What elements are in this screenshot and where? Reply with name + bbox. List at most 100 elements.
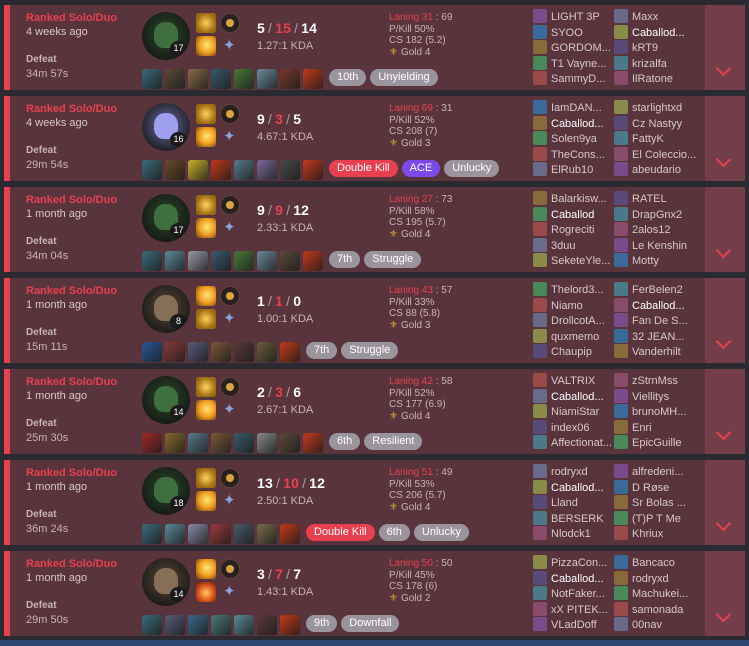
player-name[interactable]: alfredeni... (632, 466, 683, 478)
player-name[interactable]: Cz Nastyy (632, 118, 682, 130)
player-row[interactable]: zStrnMss (614, 373, 699, 389)
player-name[interactable]: Bancaco (632, 557, 675, 569)
player-row[interactable]: kRT9 (614, 40, 699, 56)
expand-details-button[interactable] (705, 5, 745, 90)
flash-spell-icon[interactable] (196, 491, 216, 511)
player-row[interactable]: brunoMH... (614, 404, 699, 420)
item-icon[interactable] (280, 433, 300, 453)
player-name[interactable]: NiamiStar (551, 406, 599, 418)
item-icon[interactable] (188, 160, 208, 180)
player-row[interactable]: BERSERK (533, 510, 618, 527)
player-row[interactable]: Cz Nastyy (614, 115, 699, 132)
item-icon[interactable] (211, 524, 231, 544)
resolve-rune-icon[interactable] (221, 36, 239, 54)
player-name[interactable]: samonada (632, 604, 683, 616)
player-name[interactable]: Viellitys (632, 391, 669, 403)
player-row[interactable]: Le Kenshin (614, 237, 699, 254)
player-row[interactable]: alfredeni... (614, 464, 699, 480)
player-name[interactable]: El Coleccio... (632, 149, 696, 161)
item-icon[interactable] (165, 160, 185, 180)
item-icon[interactable] (257, 160, 277, 180)
resolve-rune-icon[interactable] (221, 491, 239, 509)
item-icon[interactable] (280, 160, 300, 180)
player-row[interactable]: Caballod... (533, 570, 618, 587)
player-name[interactable]: Motty (632, 255, 659, 267)
player-row[interactable]: EpicGuille (614, 435, 699, 451)
player-row[interactable]: El Coleccio... (614, 146, 699, 163)
item-icon[interactable] (188, 342, 208, 362)
item-icon[interactable] (211, 160, 231, 180)
player-name[interactable]: Chaupip (551, 346, 592, 358)
player-row[interactable]: Solen9ya (533, 131, 618, 147)
conqueror-rune-icon[interactable] (220, 195, 240, 215)
resolve-rune-icon[interactable] (221, 582, 239, 600)
conqueror-rune-icon[interactable] (220, 468, 240, 488)
player-row[interactable]: VALTRIX (533, 373, 618, 389)
player-row[interactable]: Caballod... (614, 24, 699, 41)
item-icon[interactable] (257, 433, 277, 453)
player-row[interactable]: ElRub10 (533, 162, 618, 178)
champion-portrait[interactable]: 8 (142, 285, 190, 333)
item-icon[interactable] (188, 615, 208, 635)
player-name[interactable]: Caballod... (632, 27, 685, 39)
item-icon[interactable] (188, 433, 208, 453)
item-icon[interactable] (211, 615, 231, 635)
match-card[interactable]: Ranked Solo/Duo 1 month ago Defeat 36m 24s 1… (4, 460, 745, 545)
player-row[interactable]: Khriux (614, 526, 699, 542)
player-row[interactable]: D Røse (614, 479, 699, 496)
item-icon[interactable] (211, 433, 231, 453)
player-name[interactable]: Caballod... (551, 573, 604, 585)
player-row[interactable]: FattyK (614, 131, 699, 147)
flash-spell-icon[interactable] (196, 559, 216, 579)
player-row[interactable]: GORDOM... (533, 40, 618, 56)
player-name[interactable]: VALTRIX (551, 375, 595, 387)
player-name[interactable]: DrapGnx2 (632, 209, 682, 221)
item-icon[interactable] (234, 69, 254, 89)
item-icon[interactable] (165, 524, 185, 544)
player-row[interactable]: Niamo (533, 297, 618, 314)
item-icon[interactable] (257, 342, 277, 362)
item-icon[interactable] (142, 615, 162, 635)
item-icon[interactable] (234, 251, 254, 271)
item-icon[interactable] (257, 69, 277, 89)
item-icon[interactable] (257, 524, 277, 544)
player-row[interactable]: (T)P T Me (614, 510, 699, 527)
item-icon[interactable] (188, 69, 208, 89)
flash-spell-icon[interactable] (196, 127, 216, 147)
player-row[interactable]: SammyD... (533, 71, 618, 87)
item-icon[interactable] (165, 342, 185, 362)
item-icon[interactable] (211, 342, 231, 362)
player-name[interactable]: RATEL (632, 193, 667, 205)
champion-portrait[interactable]: 14 (142, 558, 190, 606)
player-name[interactable]: Enri (632, 422, 652, 434)
player-row[interactable]: IlRatone (614, 71, 699, 87)
player-name[interactable]: Caballod (551, 209, 594, 221)
item-icon[interactable] (142, 433, 162, 453)
player-name[interactable]: GORDOM... (551, 42, 611, 54)
player-name[interactable]: VLadDoff (551, 619, 597, 631)
expand-details-button[interactable] (705, 187, 745, 272)
player-row[interactable]: Affectionat... (533, 435, 618, 451)
ignite-spell-icon[interactable] (196, 582, 216, 602)
player-name[interactable]: krizalfa (632, 58, 667, 70)
player-name[interactable]: BERSERK (551, 513, 604, 525)
player-row[interactable]: index06 (533, 419, 618, 436)
flash-spell-icon[interactable] (196, 400, 216, 420)
item-icon[interactable] (234, 160, 254, 180)
item-icon[interactable] (303, 160, 323, 180)
player-name[interactable]: IlRatone (632, 73, 673, 85)
match-card[interactable]: Ranked Solo/Duo 4 weeks ago Defeat 29m 54s 1… (4, 96, 745, 181)
player-row[interactable]: starlightxd (614, 100, 699, 116)
item-icon[interactable] (234, 433, 254, 453)
player-name[interactable]: brunoMH... (632, 406, 686, 418)
player-name[interactable]: Vanderhilt (632, 346, 681, 358)
item-icon[interactable] (142, 251, 162, 271)
player-name[interactable]: rodryxd (632, 573, 669, 585)
player-name[interactable]: starlightxd (632, 102, 682, 114)
player-name[interactable]: (T)P T Me (632, 513, 681, 525)
player-row[interactable]: RATEL (614, 191, 699, 207)
player-name[interactable]: abeudario (632, 164, 681, 176)
expand-details-button[interactable] (705, 96, 745, 181)
player-name[interactable]: EpicGuille (632, 437, 682, 449)
player-name[interactable]: IamDAN... (551, 102, 602, 114)
